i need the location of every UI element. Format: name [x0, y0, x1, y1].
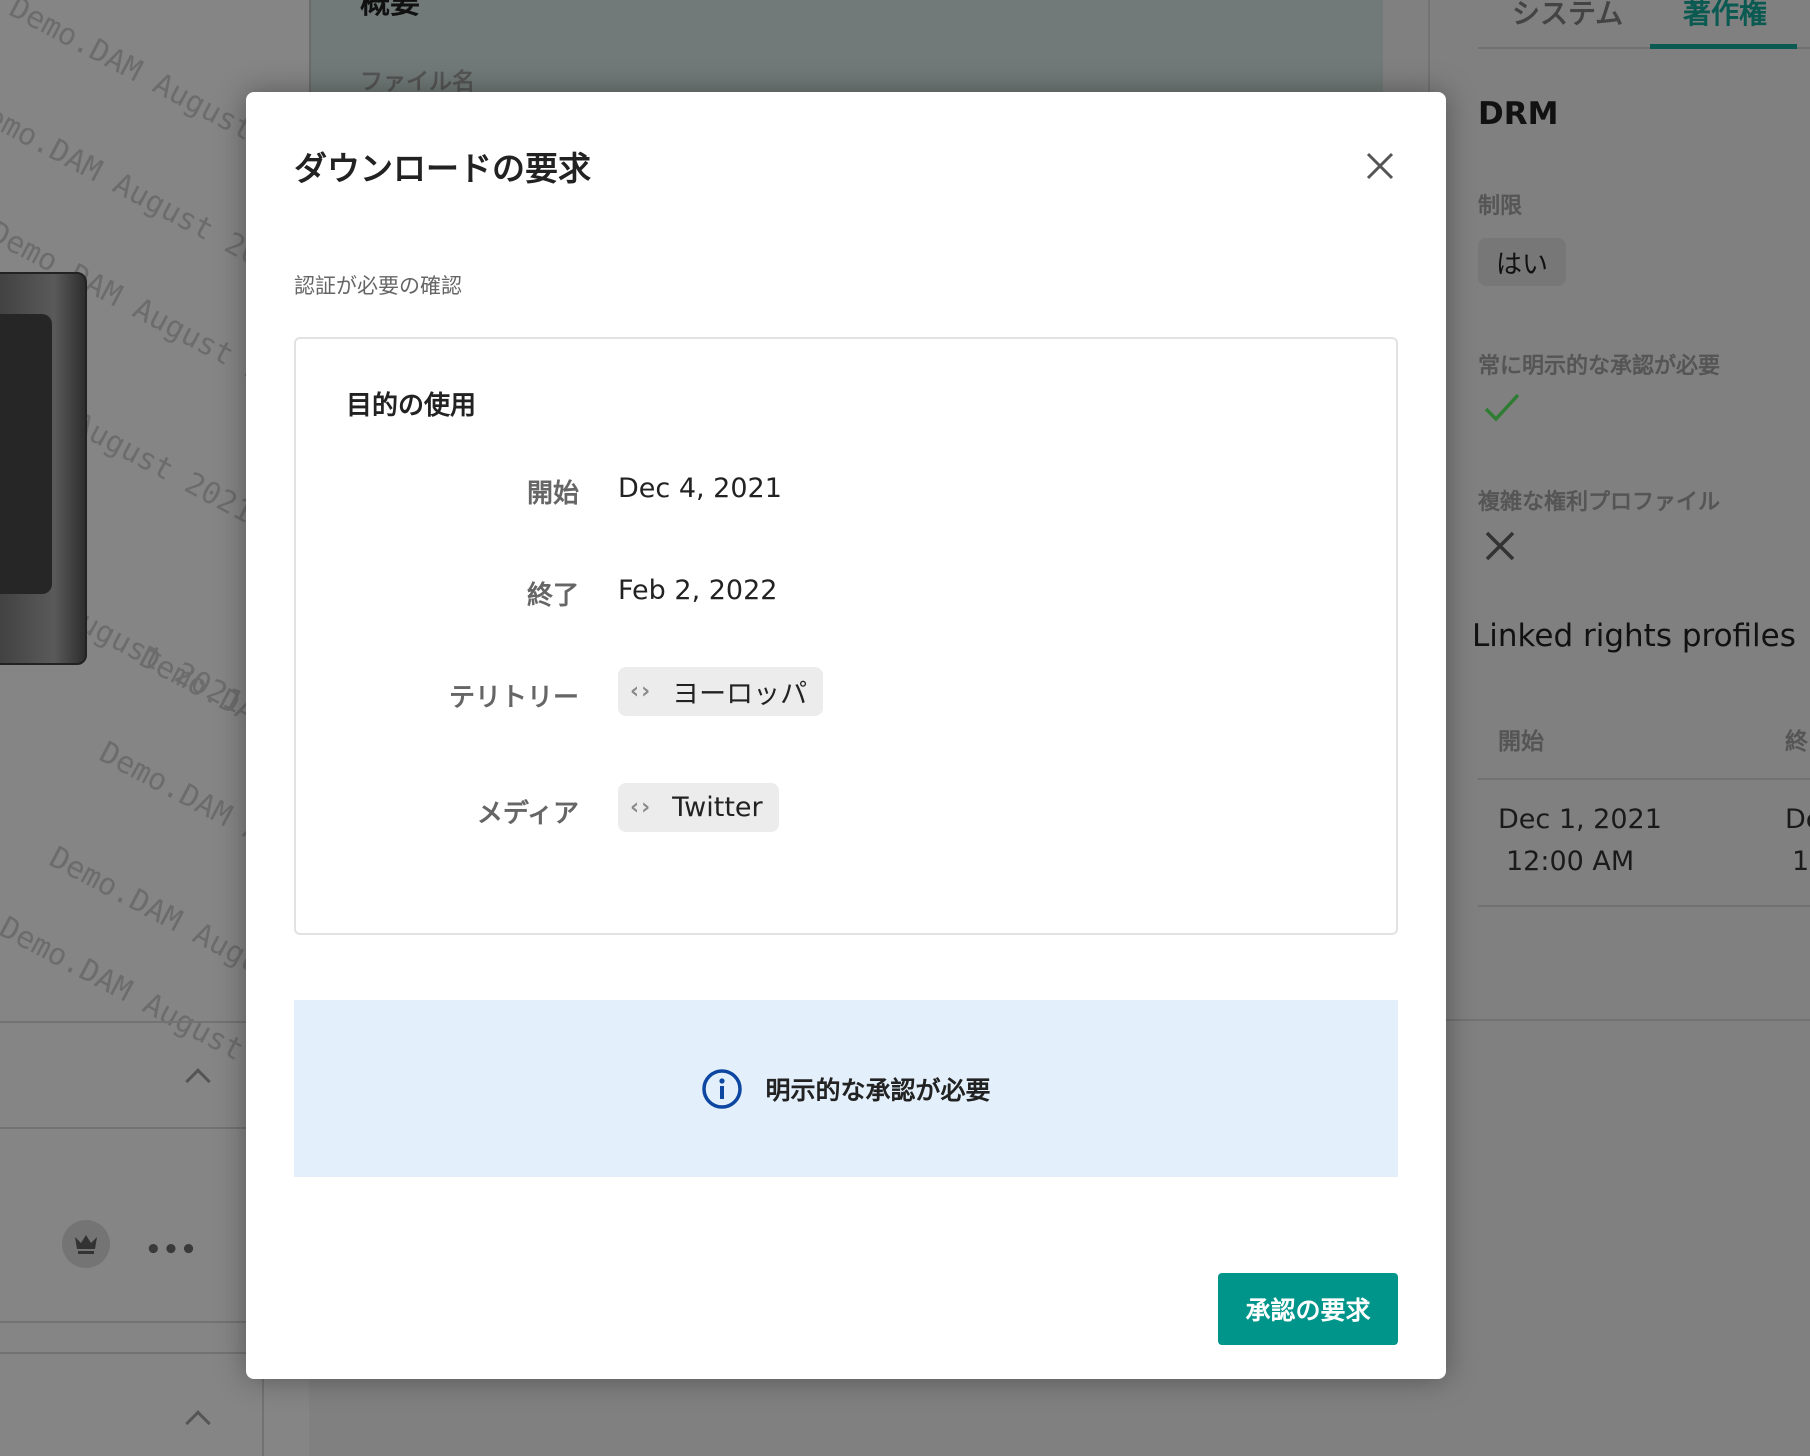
dialog-subtitle: 認証が必要の確認 [294, 274, 462, 298]
tab-system[interactable]: システム [1512, 0, 1623, 32]
media-value: Twitter [672, 792, 763, 823]
complex-profile-label: 複雑な権利プロファイル [1478, 490, 1721, 515]
more-options-icon[interactable]: ••• [145, 1235, 198, 1265]
request-approval-button[interactable]: 承認の要求 [1218, 1273, 1398, 1345]
file-name-label: ファイル名 [360, 69, 475, 95]
end-time: 1: [1792, 846, 1810, 877]
info-icon [702, 1068, 743, 1109]
card-title: 目的の使用 [346, 391, 477, 421]
overview-title: 概要 [360, 0, 420, 21]
media-chip: ‹› Twitter [618, 783, 779, 832]
crown-icon [75, 1235, 97, 1254]
chevron-up-icon[interactable] [185, 1410, 211, 1436]
check-icon [1484, 393, 1520, 422]
start-label: 開始 [526, 479, 579, 509]
dialog-title: ダウンロードの要求 [294, 149, 591, 188]
table-header-divider [1478, 778, 1810, 780]
table-row-divider [1478, 905, 1810, 907]
x-icon [1485, 531, 1515, 561]
territory-value: ヨーロッパ [672, 679, 808, 710]
end-label: 終了 [526, 581, 579, 611]
restriction-value: はい [1478, 238, 1566, 286]
end-value: Feb 2, 2022 [618, 575, 778, 606]
column-header-start: 開始 [1498, 729, 1544, 755]
drm-heading: DRM [1478, 96, 1559, 132]
info-banner-text: 明示的な承認が必要 [765, 1075, 991, 1105]
crown-button[interactable] [62, 1220, 110, 1268]
territory-label: テリトリー [448, 683, 579, 713]
code-icon: ‹› [630, 795, 653, 820]
start-date: Dec 1, 2021 [1498, 804, 1662, 835]
download-request-dialog: ダウンロードの要求 認証が必要の確認 目的の使用 開始 Dec 4, 2021 … [246, 92, 1446, 1379]
start-time: 12:00 AM [1506, 846, 1635, 877]
divider [1383, 1019, 1810, 1021]
column-header-end: 終 [1785, 729, 1808, 755]
active-tab-indicator [1650, 44, 1797, 49]
end-date: De [1785, 804, 1810, 835]
always-explicit-label: 常に明示的な承認が必要 [1478, 354, 1721, 379]
restriction-label: 制限 [1478, 194, 1523, 219]
linked-profiles-heading: Linked rights profiles [1472, 618, 1796, 654]
territory-chip: ‹› ヨーロッパ [618, 667, 824, 716]
media-label: メディア [476, 799, 579, 829]
chevron-up-icon[interactable] [185, 1068, 211, 1094]
tab-copyright[interactable]: 著作権 [1683, 0, 1767, 32]
start-value: Dec 4, 2021 [618, 473, 782, 504]
asset-image [0, 272, 87, 665]
info-banner: 明示的な承認が必要 [294, 1000, 1398, 1177]
code-icon: ‹› [630, 679, 653, 704]
intended-use-card: 目的の使用 開始 Dec 4, 2021 終了 Feb 2, 2022 テリトリ… [294, 337, 1398, 935]
close-icon[interactable] [1360, 146, 1400, 186]
